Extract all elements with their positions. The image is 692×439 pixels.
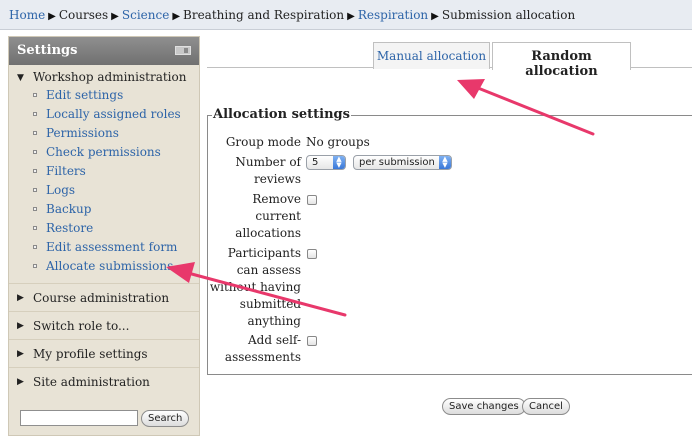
reviews-mode-select[interactable]: per submission ▲ ▼ [353,155,452,170]
group-mode-label: Group mode [225,135,301,149]
group-mode-value: No groups [306,135,370,149]
section-label: My profile settings [33,347,148,361]
sidebar-item-edit-settings[interactable]: Edit settings [9,88,199,107]
sidebar-item-label[interactable]: Allocate submissions [46,259,173,273]
self-assess-label-2: assessments [224,350,301,364]
bullet-icon [33,169,37,173]
settings-tree: ▼ Workshop administration Edit settings … [9,65,199,395]
sidebar-item-permissions[interactable]: Permissions [9,126,199,145]
breadcrumb-science[interactable]: Science [122,8,169,22]
sidebar-item-allocate-submissions[interactable]: Allocate submissions [9,259,199,278]
reviews-mode-value: per submission [359,157,435,168]
participants-label-4: submitted [239,297,301,311]
sidebar-item-logs[interactable]: Logs [9,183,199,202]
sidebar-item-filters[interactable]: Filters [9,164,199,183]
sidebar-item-restore[interactable]: Restore [9,221,199,240]
remove-current-label-2: current [255,209,301,223]
sidebar-item-backup[interactable]: Backup [9,202,199,221]
sidebar-item-label[interactable]: Filters [46,164,86,178]
number-of-reviews-label-2: reviews [254,172,301,186]
breadcrumb-separator-icon: ▶ [431,11,439,22]
settings-header: Settings [9,37,199,65]
settings-search: Search [20,410,190,427]
settings-search-input[interactable] [20,410,138,426]
bullet-icon [33,131,37,135]
participants-label: Participants [227,246,301,260]
sidebar-item-label[interactable]: Edit settings [46,88,123,102]
workshop-admin-node[interactable]: ▼ Workshop administration [9,70,199,88]
breadcrumb-separator-icon: ▶ [347,11,355,22]
expanded-triangle-icon: ▼ [17,73,24,83]
breadcrumb-current: Submission allocation [441,8,576,22]
section-label: Course administration [33,291,170,305]
sidebar-item-label[interactable]: Check permissions [46,145,161,159]
remove-current-checkbox[interactable] [307,195,317,205]
breadcrumb-home[interactable]: Home [9,8,45,22]
participants-checkbox[interactable] [307,249,317,259]
workshop-admin-label: Workshop administration [33,70,187,84]
sidebar-item-label[interactable]: Backup [46,202,91,216]
section-label: Switch role to... [33,319,130,333]
reviews-count-select[interactable]: 5 ▲ ▼ [306,155,346,170]
sidebar-section-switch-role[interactable]: ▶ Switch role to... [9,311,199,339]
sidebar-item-label[interactable]: Locally assigned roles [46,107,181,121]
bullet-icon [33,245,37,249]
sidebar-section-course-admin[interactable]: ▶ Course administration [9,283,199,311]
tab-random-allocation[interactable]: Random allocation [492,42,631,79]
breadcrumb: Home ▶ Courses ▶ Science ▶ Breathing and Respi… [0,0,692,30]
dock-icon[interactable] [175,46,191,55]
self-assess-checkbox[interactable] [307,336,317,346]
participants-label-3: without having [209,280,301,294]
search-button[interactable]: Search [141,410,190,427]
breadcrumb-respiration[interactable]: Respiration [358,8,428,22]
bullet-icon [33,112,37,116]
remove-current-label-3: allocations [235,226,301,240]
breadcrumb-breathing: Breathing and Respiration [183,8,345,22]
allocation-settings-legend: Allocation settings [212,107,351,122]
reviews-count-value: 5 [312,157,319,168]
sidebar-item-label[interactable]: Logs [46,183,75,197]
settings-title: Settings [17,43,78,58]
sidebar-item-locally-assigned-roles[interactable]: Locally assigned roles [9,107,199,126]
sidebar-item-check-permissions[interactable]: Check permissions [9,145,199,164]
section-label: Site administration [33,375,150,389]
participants-label-2: can assess [236,263,301,277]
select-arrows-icon: ▲ ▼ [333,156,345,169]
bullet-icon [33,226,37,230]
self-assess-label: Add self- [247,333,301,347]
bullet-icon [33,264,37,268]
bullet-icon [33,188,37,192]
sidebar-section-my-profile[interactable]: ▶ My profile settings [9,339,199,367]
select-arrows-icon: ▲ ▼ [439,156,451,169]
collapsed-triangle-icon: ▶ [17,349,24,359]
participants-label-5: anything [247,314,301,328]
collapsed-triangle-icon: ▶ [17,321,24,331]
breadcrumb-separator-icon: ▶ [172,11,181,22]
tab-manual-allocation[interactable]: Manual allocation [373,42,490,69]
settings-block: Settings ▼ Workshop administration Edit … [8,36,200,436]
sidebar-item-label[interactable]: Permissions [46,126,119,140]
breadcrumb-courses: Courses [58,8,109,22]
sidebar-item-edit-assessment-form[interactable]: Edit assessment form [9,240,199,259]
remove-current-label: Remove [252,192,301,206]
collapsed-triangle-icon: ▶ [17,377,24,387]
collapsed-triangle-icon: ▶ [17,293,24,303]
bullet-icon [33,150,37,154]
save-changes-button[interactable]: Save changes [442,398,526,415]
breadcrumb-separator-icon: ▶ [111,11,119,22]
sidebar-item-label[interactable]: Edit assessment form [46,240,177,254]
breadcrumb-separator-icon: ▶ [48,11,56,22]
bullet-icon [33,207,37,211]
cancel-button[interactable]: Cancel [522,398,570,415]
number-of-reviews-label: Number of [235,155,301,169]
bullet-icon [33,93,37,97]
sidebar-item-label[interactable]: Restore [46,221,93,235]
sidebar-section-site-admin[interactable]: ▶ Site administration [9,367,199,395]
